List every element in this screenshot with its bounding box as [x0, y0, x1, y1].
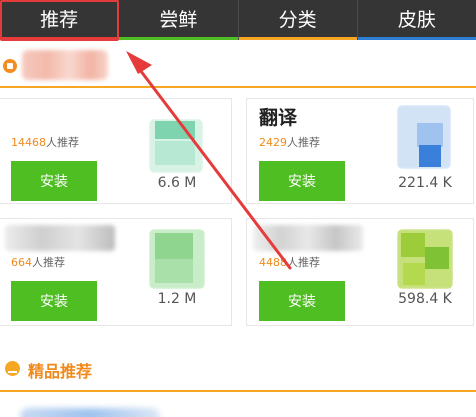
install-button[interactable]: 安装 — [11, 161, 97, 201]
app-icon[interactable] — [397, 229, 453, 289]
tab-new-label: 尝鲜 — [159, 8, 198, 31]
recommend-count: 14468人推荐 — [11, 136, 79, 149]
app-card[interactable]: 4488人推荐 安装 598.4 K — [246, 218, 474, 326]
tab-recommend-label: 推荐 — [40, 8, 79, 31]
app-card[interactable]: 翻译 2429人推荐 安装 221.4 K — [246, 98, 474, 204]
header-row — [0, 44, 476, 86]
recommend-count: 2429人推荐 — [259, 136, 320, 149]
blurred-app-title — [253, 225, 363, 251]
install-button[interactable]: 安装 — [11, 281, 97, 321]
section-title: 精品推荐 — [28, 362, 93, 381]
next-list-item — [0, 392, 476, 417]
app-size: 221.4 K — [398, 175, 452, 191]
app-icon[interactable] — [149, 229, 205, 289]
tab-recommend[interactable]: 推荐 — [0, 0, 119, 40]
blurred-app-title — [5, 225, 115, 251]
tab-new[interactable]: 尝鲜 — [118, 0, 238, 40]
blurred-next-item — [20, 408, 160, 417]
header-divider — [0, 86, 476, 88]
top-tab-bar: 推荐 尝鲜 分类 皮肤 — [0, 0, 476, 40]
install-button[interactable]: 安装 — [259, 161, 345, 201]
app-size: 1.2 M — [157, 291, 197, 307]
app-size: 6.6 M — [157, 175, 197, 191]
app-card[interactable]: 14468人推荐 安装 6.6 M — [0, 98, 232, 204]
tab-skin-label: 皮肤 — [397, 8, 436, 31]
app-card[interactable]: 664人推荐 安装 1.2 M — [0, 218, 232, 326]
blurred-username — [22, 50, 108, 80]
recommend-count: 664人推荐 — [11, 256, 65, 269]
install-button[interactable]: 安装 — [259, 281, 345, 321]
tab-skin[interactable]: 皮肤 — [356, 0, 476, 40]
tab-category-label: 分类 — [278, 8, 317, 31]
app-title: 翻译 — [259, 107, 298, 129]
thumbs-up-badge-icon — [3, 59, 17, 73]
crown-icon — [5, 361, 20, 376]
section-header: 精品推荐 — [0, 352, 476, 392]
tab-category[interactable]: 分类 — [237, 0, 358, 40]
recommend-count: 4488人推荐 — [259, 256, 320, 269]
app-size: 598.4 K — [398, 291, 452, 307]
app-icon[interactable] — [397, 105, 451, 169]
app-icon[interactable] — [149, 119, 203, 173]
